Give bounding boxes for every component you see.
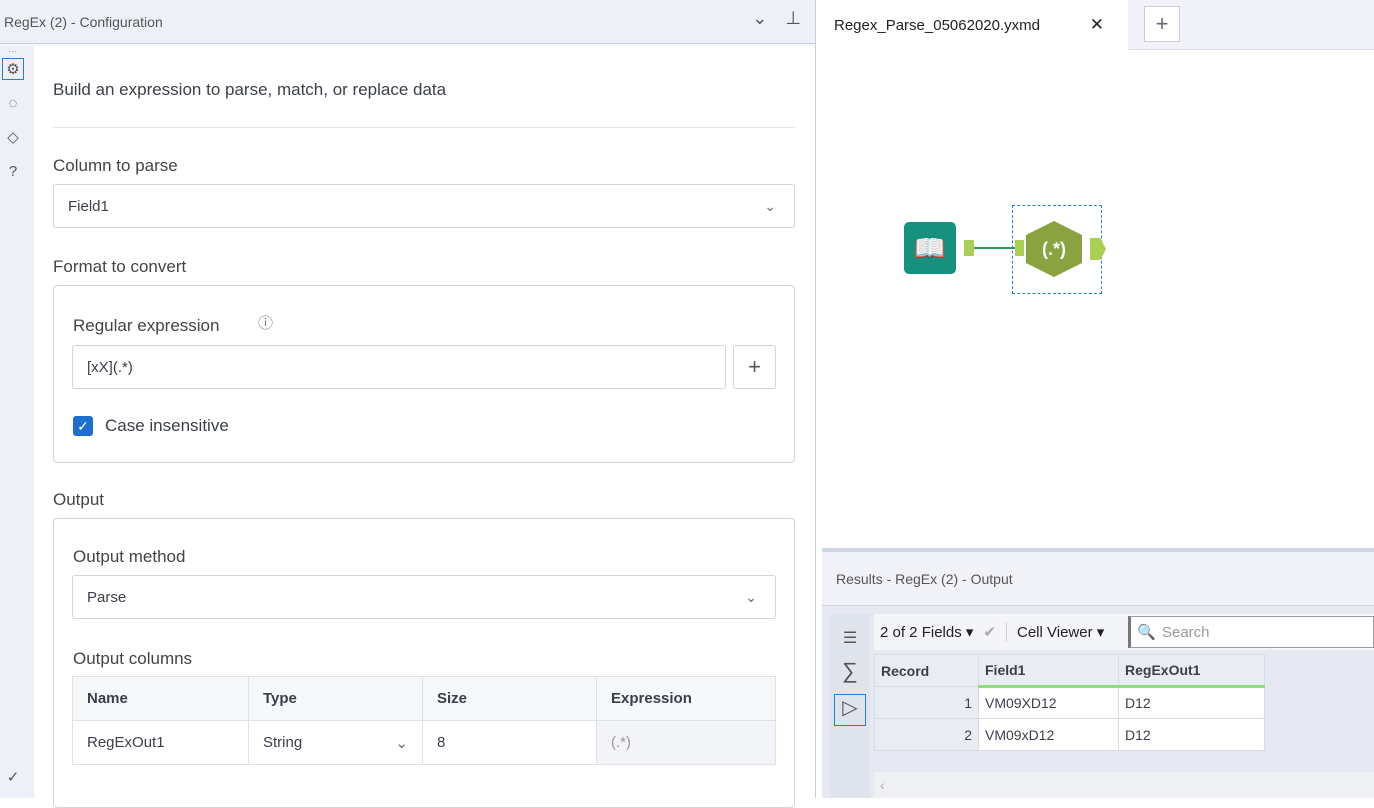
cell-field1[interactable]: VM09xD12 xyxy=(978,718,1119,751)
chevron-down-icon: ⌄ xyxy=(745,588,757,605)
results-panel: Results - RegEx (2) - Output ☰ ∑ ▷ 2 of … xyxy=(822,548,1374,798)
cell-size[interactable]: 8 xyxy=(422,720,597,765)
cell-regexout1[interactable]: D12 xyxy=(1118,718,1265,751)
connection-icon[interactable]: ◌ xyxy=(2,92,24,114)
results-title: Results - RegEx (2) - Output xyxy=(836,570,1013,587)
panel-header: RegEx (2) - Configuration ⌄ ⊥ xyxy=(0,0,815,44)
chevron-down-icon: ⌄ xyxy=(395,734,408,752)
canvas[interactable]: 📖 (.*) xyxy=(822,51,1374,548)
output-label: Output xyxy=(53,490,105,509)
panel-title: RegEx (2) - Configuration xyxy=(4,13,163,30)
side-rail: ··· ⚙ ◌ ◇ ? ✓ xyxy=(0,46,34,798)
divider xyxy=(53,127,795,128)
header-type: Type xyxy=(248,676,423,721)
horizontal-scrollbar[interactable]: ‹ xyxy=(874,772,1374,798)
pin-icon[interactable]: ⊥ xyxy=(785,8,801,29)
output-columns-table: Name Type Size Expression RegExOut1 Stri… xyxy=(72,676,776,765)
gear-icon[interactable]: ⚙ xyxy=(2,58,24,80)
header-name: Name xyxy=(72,676,249,721)
tab-label: Regex_Parse_05062020.yxmd xyxy=(834,16,1040,34)
header-size: Size xyxy=(422,676,597,721)
method-select[interactable]: Parse ⌄ xyxy=(72,575,776,619)
header-field1[interactable]: Field1 xyxy=(978,654,1119,688)
sigma-icon[interactable]: ∑ xyxy=(830,658,870,684)
table-row: RegExOut1 String ⌄ 8 (.*) xyxy=(72,720,776,765)
close-icon[interactable]: ✕ xyxy=(1090,15,1104,35)
column-label: Column to parse xyxy=(53,156,178,175)
table-row: 1 VM09XD12 D12 xyxy=(874,686,1265,719)
check-icon[interactable]: ✔ xyxy=(983,623,996,641)
description: Build an expression to parse, match, or … xyxy=(53,80,447,99)
header-regexout1[interactable]: RegExOut1 xyxy=(1118,654,1265,688)
column-value: Field1 xyxy=(68,197,109,215)
new-tab-button[interactable]: + xyxy=(1144,6,1180,42)
cell-record: 2 xyxy=(874,718,979,751)
format-label: Format to convert xyxy=(53,257,187,276)
metadata-icon[interactable]: ☰ xyxy=(830,628,870,648)
method-label: Output method xyxy=(73,547,186,566)
case-label: Case insensitive xyxy=(105,416,229,435)
header-expression: Expression xyxy=(596,676,776,721)
columns-label: Output columns xyxy=(73,649,193,668)
configuration-panel: RegEx (2) - Configuration ⌄ ⊥ ··· ⚙ ◌ ◇ ?… xyxy=(0,0,816,808)
search-input[interactable]: 🔍 Search xyxy=(1128,616,1374,648)
fields-label: 2 of 2 Fields xyxy=(880,624,962,641)
regex-label: Regular expression xyxy=(73,316,220,335)
cell-viewer-dropdown[interactable]: Cell Viewer ▾ xyxy=(1006,623,1104,641)
add-button[interactable]: + xyxy=(733,345,776,389)
help-icon[interactable]: ? xyxy=(2,160,24,182)
cell-viewer-label: Cell Viewer xyxy=(1017,624,1093,641)
results-table: Record Field1 RegExOut1 1 VM09XD12 D12 2… xyxy=(874,654,1265,751)
output-anchor[interactable] xyxy=(1090,238,1106,260)
type-select[interactable]: String ⌄ xyxy=(248,720,423,765)
cell-regexout1[interactable]: D12 xyxy=(1118,686,1265,719)
input-anchor[interactable] xyxy=(1015,240,1024,256)
collapse-chevron-icon[interactable]: ⌄ xyxy=(752,8,767,29)
output-anchor[interactable] xyxy=(964,240,974,256)
help-icon[interactable]: ⓘ xyxy=(258,312,273,333)
column-select[interactable]: Field1 ⌄ xyxy=(53,184,795,228)
input-tool-book-icon[interactable]: 📖 xyxy=(904,222,956,274)
method-value: Parse xyxy=(87,588,127,606)
search-placeholder: Search xyxy=(1161,623,1210,641)
table-header: Name Type Size Expression xyxy=(72,676,776,721)
chevron-down-icon: ⌄ xyxy=(764,197,776,214)
fields-dropdown[interactable]: 2 of 2 Fields ▾ xyxy=(880,623,973,641)
regex-tool-label: (.*) xyxy=(1042,238,1066,259)
regex-value: [xX](.*) xyxy=(87,358,133,376)
cell-expression: (.*) xyxy=(596,720,776,765)
tab-workflow[interactable]: Regex_Parse_05062020.yxmd ✕ xyxy=(822,0,1128,50)
table-header: Record Field1 RegExOut1 xyxy=(874,654,1265,688)
cell-type: String xyxy=(263,733,303,751)
table-row: 2 VM09xD12 D12 xyxy=(874,718,1265,751)
case-insensitive-checkbox[interactable]: ✓ xyxy=(73,416,93,436)
workflow-area: Regex_Parse_05062020.yxmd ✕ + 📖 (.*) Resu… xyxy=(822,0,1374,798)
regex-input[interactable]: [xX](.*) xyxy=(72,345,726,389)
check-circle-icon[interactable]: ✓ xyxy=(2,766,24,788)
cell-field1[interactable]: VM09XD12 xyxy=(978,686,1119,719)
output-anchor-icon[interactable]: ▷ xyxy=(834,694,866,726)
tag-icon[interactable]: ◇ xyxy=(2,126,24,148)
output-card: Output method Parse ⌄ Output columns Name… xyxy=(53,518,795,808)
format-card: Regular expression ⓘ [xX](.*) + ✓ Case i… xyxy=(53,285,795,463)
cell-name[interactable]: RegExOut1 xyxy=(72,720,249,765)
header-record: Record xyxy=(874,654,979,687)
search-icon: 🔍 xyxy=(1137,624,1156,641)
cell-record: 1 xyxy=(874,686,979,719)
